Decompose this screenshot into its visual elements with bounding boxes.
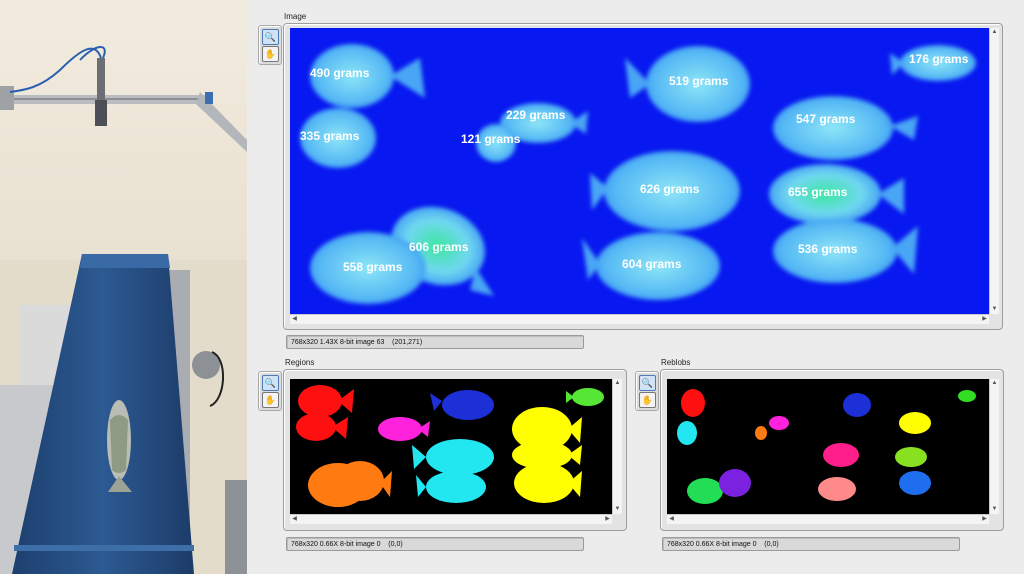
hand-icon[interactable]: ✋ <box>262 392 279 408</box>
reblobs-viewport[interactable] <box>667 379 989 514</box>
weight-label: 176 grams <box>909 52 969 66</box>
arrow-down-icon[interactable]: ▼ <box>613 505 622 514</box>
image-horizontal-scrollbar[interactable]: ◀ ▶ <box>290 314 989 324</box>
reblobs-toolbox: 🔍 ✋ <box>635 371 659 411</box>
weight-label: 655 grams <box>788 185 848 199</box>
weight-label: 626 grams <box>640 182 700 196</box>
weight-label: 335 grams <box>300 129 360 143</box>
reblob-mask-image <box>677 389 976 504</box>
region-mask-image <box>296 385 604 507</box>
arrow-right-icon[interactable]: ▶ <box>980 315 989 324</box>
fish-blob <box>773 96 893 160</box>
regions-toolbox: 🔍 ✋ <box>258 371 282 411</box>
image-status-bar: 768x320 1.43X 8-bit image 63 (201,271) <box>286 335 584 349</box>
regions-panel-label: Regions <box>285 358 315 367</box>
weight-label: 558 grams <box>343 260 403 274</box>
weight-label: 604 grams <box>622 257 682 271</box>
image-panel-label: Image <box>284 12 307 21</box>
image-vertical-scrollbar[interactable]: ▲ ▼ <box>989 28 999 314</box>
hand-icon[interactable]: ✋ <box>639 392 656 408</box>
image-toolbox: 🔍 ✋ <box>258 25 282 65</box>
weight-label: 229 grams <box>506 108 566 122</box>
fish-intensity-image: 490 grams 335 grams 229 grams 121 grams … <box>300 44 976 304</box>
arrow-left-icon[interactable]: ◀ <box>290 315 299 324</box>
reblobs-display-frame: ▲ ▼ ◀ ▶ <box>660 369 1004 531</box>
arrow-left-icon[interactable]: ◀ <box>667 515 676 524</box>
arrow-down-icon[interactable]: ▼ <box>990 505 999 514</box>
regions-viewport[interactable] <box>290 379 612 514</box>
magnifier-icon[interactable]: 🔍 <box>262 375 279 391</box>
conveyor-photo <box>0 0 247 574</box>
regions-vertical-scrollbar[interactable]: ▲ ▼ <box>612 379 622 514</box>
reblobs-panel-label: Reblobs <box>661 358 691 367</box>
weight-label: 606 grams <box>409 240 469 254</box>
arrow-up-icon[interactable]: ▲ <box>613 379 622 388</box>
regions-status-bar: 768x320 0.66X 8-bit image 0 (0,0) <box>286 537 584 551</box>
arrow-right-icon[interactable]: ▶ <box>603 515 612 524</box>
arrow-down-icon[interactable]: ▼ <box>990 305 999 314</box>
image-display-frame: 490 grams 335 grams 229 grams 121 grams … <box>283 23 1003 330</box>
conveyor-illustration <box>0 0 247 574</box>
weight-label: 519 grams <box>669 74 729 88</box>
magnifier-icon[interactable]: 🔍 <box>639 375 656 391</box>
weight-label: 547 grams <box>796 112 856 126</box>
arrow-up-icon[interactable]: ▲ <box>990 379 999 388</box>
arrow-up-icon[interactable]: ▲ <box>990 28 999 37</box>
reblobs-status-bar: 768x320 0.66X 8-bit image 0 (0,0) <box>662 537 960 551</box>
image-viewport[interactable]: 490 grams 335 grams 229 grams 121 grams … <box>290 28 989 314</box>
hand-icon[interactable]: ✋ <box>262 46 279 62</box>
arrow-left-icon[interactable]: ◀ <box>290 515 299 524</box>
magnifier-icon[interactable]: 🔍 <box>262 29 279 45</box>
arrow-right-icon[interactable]: ▶ <box>980 515 989 524</box>
weight-label: 536 grams <box>798 242 858 256</box>
regions-display-frame: ▲ ▼ ◀ ▶ <box>283 369 627 531</box>
weight-label: 121 grams <box>461 132 521 146</box>
regions-horizontal-scrollbar[interactable]: ◀ ▶ <box>290 514 612 524</box>
reblobs-vertical-scrollbar[interactable]: ▲ ▼ <box>989 379 999 514</box>
reblobs-horizontal-scrollbar[interactable]: ◀ ▶ <box>667 514 989 524</box>
weight-label: 490 grams <box>310 66 370 80</box>
